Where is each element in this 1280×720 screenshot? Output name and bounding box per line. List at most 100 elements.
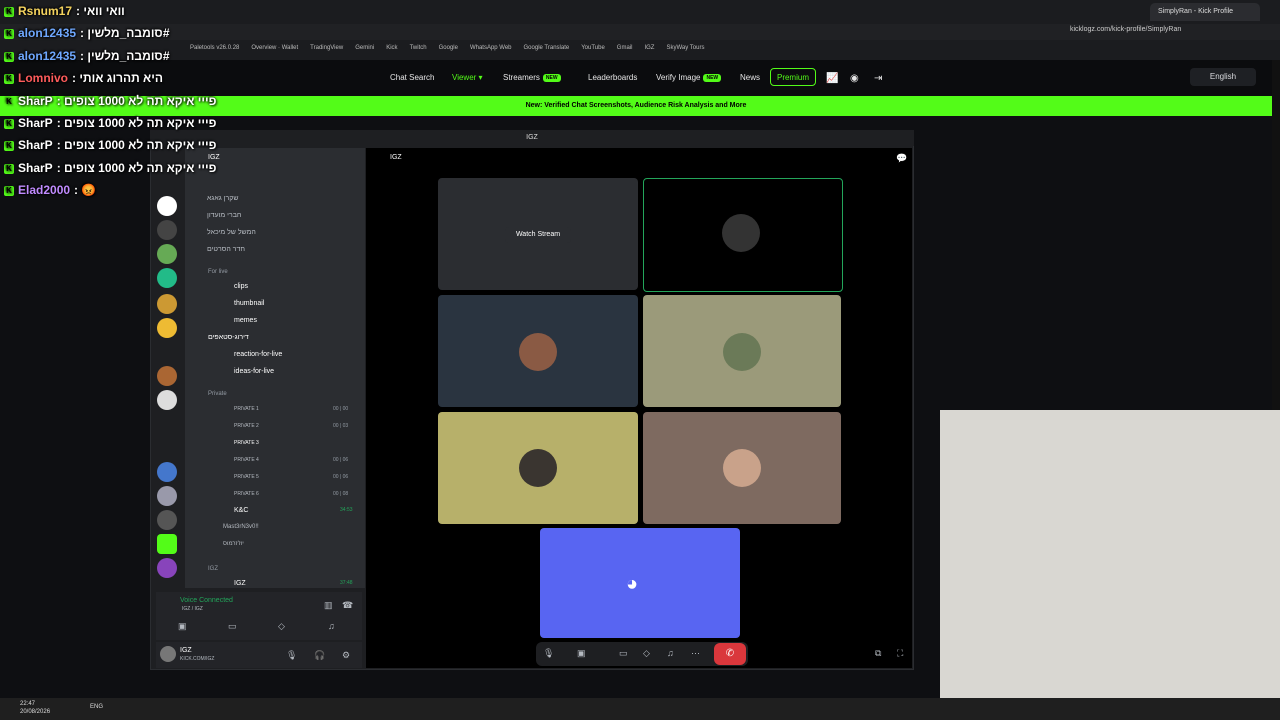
browser-tab[interactable]: SimplyRan - Kick Profile [1150,3,1260,21]
bookmark-item[interactable]: Gemini [355,45,374,51]
chat-username[interactable]: alon12435 [18,49,76,63]
chat-icon[interactable]: 💬 [896,153,907,164]
nav-verify-image[interactable]: Verify Image NEW [656,73,722,82]
screenshare-icon[interactable]: ▭ [228,621,237,632]
nav-chat-search[interactable]: Chat Search [390,73,434,82]
server-icon[interactable] [157,244,177,264]
bookmark-item[interactable]: WhatsApp Web [470,45,512,51]
voice-private-5[interactable]: PRIVATE 5 [234,474,259,480]
voice-member[interactable]: Mast3rN3v0!! [223,524,259,530]
camera-icon[interactable]: ▣ [577,648,586,659]
channel-reaction[interactable]: reaction-for-live [234,351,282,358]
bookmark-item[interactable]: Google [439,45,458,51]
nav-news[interactable]: News [740,73,760,82]
server-icon[interactable] [157,486,177,506]
participant-tile[interactable] [540,528,740,638]
voice-channel[interactable]: חברי מועדון [207,212,242,219]
language-select[interactable]: English [1190,68,1256,86]
screenshare-icon[interactable]: ▭ [619,648,628,659]
mic-icon[interactable]: 🎙 [543,648,554,659]
chat-username[interactable]: Rsnum17 [18,4,72,18]
chat-username[interactable]: SharP [18,116,53,130]
server-icon[interactable] [157,558,177,578]
chat-username[interactable]: SharP [18,94,53,108]
voice-channel[interactable]: שקרן גאגא [207,195,238,202]
server-icon[interactable] [157,220,177,240]
voice-private-2[interactable]: PRIVATE 2 [234,423,259,429]
fullscreen-icon[interactable]: ⛶ [897,648,903,659]
server-icon[interactable] [157,196,177,216]
channel-clips[interactable]: clips [234,283,248,290]
voice-private-4[interactable]: PRIVATE 4 [234,457,259,463]
user-name[interactable]: IGZ [180,647,192,654]
end-call-button[interactable]: ✆ [714,643,746,665]
bookmark-item[interactable]: TradingView [310,45,343,51]
voice-channel[interactable]: המשל של מיכאל [207,229,256,236]
login-icon[interactable]: ⇥ [874,73,882,84]
channel-ideas[interactable]: ideas-for-live [234,368,274,375]
taskbar-lang[interactable]: ENG [90,704,103,710]
camera-icon[interactable]: ▣ [178,621,187,632]
server-icon[interactable] [157,294,177,314]
discord-icon[interactable]: ◉ [850,73,859,84]
bookmark-item[interactable]: Kick [386,45,397,51]
soundboard-icon[interactable]: ♫ [667,648,674,658]
mic-icon[interactable]: 🎙 [286,650,297,661]
category-for-live[interactable]: For live [208,269,228,275]
bookmark-item[interactable]: Overview · Wallet [251,45,298,51]
chart-icon[interactable]: 📈 [826,73,838,84]
more-icon[interactable]: ⋯ [691,648,700,659]
watch-stream-button[interactable]: Watch Stream [505,227,571,243]
channel-setups[interactable]: דירוג-סטאפים [208,334,249,341]
voice-private-1[interactable]: PRIVATE 1 [234,406,259,412]
server-icon[interactable] [157,318,177,338]
chat-message: K SharP: פייי איקא תה לא 1000 צופים [4,94,216,108]
bookmark-item[interactable]: YouTube [581,45,605,51]
bookmark-item[interactable]: Paletools v26.0.28 [190,45,239,51]
voice-private-6[interactable]: PRIVATE 6 [234,491,259,497]
bookmark-item[interactable]: Google Translate [524,45,570,51]
activities-icon[interactable]: ◇ [643,648,650,659]
server-icon[interactable] [157,366,177,386]
chat-username[interactable]: Elad2000 [18,183,70,197]
channel-memes[interactable]: memes [234,317,257,324]
bookmark-item[interactable]: Twitch [410,45,427,51]
chat-username[interactable]: SharP [18,138,53,152]
server-name[interactable]: IGZ [208,154,220,161]
activities-icon[interactable]: ◇ [278,621,285,632]
avatar [722,214,760,252]
server-icon[interactable] [157,510,177,530]
popout-icon[interactable]: ⧉ [875,648,881,659]
voice-member[interactable]: יוז'זרמוס [223,541,244,547]
category-igz[interactable]: IGZ [208,566,218,572]
channel-thumbnail[interactable]: thumbnail [234,300,264,307]
headphones-icon[interactable]: 🎧 [314,650,325,661]
premium-button[interactable]: Premium [770,68,816,86]
bookmark-item[interactable]: SkyWay Tours [666,45,704,51]
nav-streamers[interactable]: Streamers NEW [503,73,561,82]
noise-icon[interactable]: ▥ [324,600,333,611]
voice-location[interactable]: IGZ / IGZ [182,606,203,612]
category-private[interactable]: Private [208,391,227,397]
server-icon[interactable] [157,462,177,482]
voice-private-3[interactable]: PRIVATE 3 [234,440,259,446]
voice-channel[interactable]: חדר הסרטים [207,246,245,253]
gear-icon[interactable]: ⚙ [342,650,350,661]
disconnect-icon[interactable]: ☎ [342,600,353,611]
url-text[interactable]: kicklogz.com/kick-profile/SimplyRan [1070,26,1181,33]
bookmark-item[interactable]: IGZ [644,45,654,51]
voice-igz[interactable]: IGZ [234,580,246,587]
chat-username[interactable]: SharP [18,161,53,175]
server-icon[interactable] [157,268,177,288]
voice-kc[interactable]: K&C [234,507,248,514]
kick-server-icon[interactable] [157,534,177,554]
bookmark-item[interactable]: Gmail [617,45,633,51]
nav-viewer[interactable]: Viewer ▾ [452,73,483,82]
server-icon[interactable] [157,390,177,410]
avatar[interactable] [160,646,176,662]
voice-connected-label[interactable]: Voice Connected [180,597,233,604]
chat-username[interactable]: alon12435 [18,26,76,40]
nav-leaderboards[interactable]: Leaderboards [588,73,637,82]
soundboard-icon[interactable]: ♫ [328,621,335,631]
chat-username[interactable]: Lomnivo [18,71,68,85]
